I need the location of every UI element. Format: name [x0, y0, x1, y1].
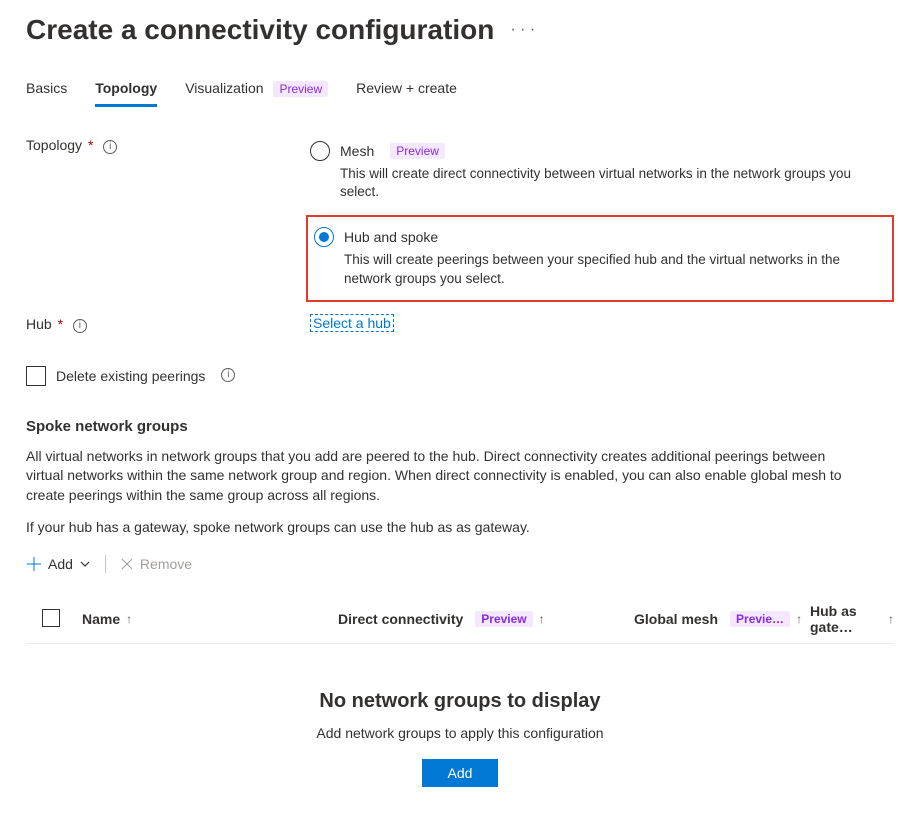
- required-star: *: [58, 316, 63, 332]
- column-header-hub-as-gateway[interactable]: Hub as gate… ↑: [810, 603, 894, 635]
- chevron-down-icon: [79, 558, 91, 570]
- remove-button-label: Remove: [140, 556, 192, 572]
- column-hubgw-label: Hub as gate…: [810, 603, 882, 635]
- sort-arrow-icon: ↑: [888, 612, 894, 626]
- hubspoke-option-title: Hub and spoke: [344, 229, 438, 245]
- required-star: *: [88, 137, 93, 153]
- column-direct-label: Direct connectivity: [338, 611, 463, 627]
- empty-state-subtitle: Add network groups to apply this configu…: [26, 725, 894, 741]
- hub-field-label: Hub * i: [26, 314, 306, 334]
- topology-option-mesh[interactable]: Mesh Preview This will create direct con…: [306, 135, 894, 209]
- preview-badge: Preview: [475, 611, 532, 627]
- select-all-checkbox[interactable]: [42, 609, 60, 627]
- column-header-direct-connectivity[interactable]: Direct connectivity Preview ↑: [338, 611, 628, 627]
- page-title: Create a connectivity configuration: [26, 14, 494, 46]
- spoke-description-2: If your hub has a gateway, spoke network…: [26, 518, 846, 538]
- tab-topology[interactable]: Topology: [95, 80, 157, 107]
- mesh-option-desc: This will create direct connectivity bet…: [340, 165, 880, 201]
- mesh-option-title: Mesh: [340, 143, 374, 159]
- topology-field-label: Topology * i: [26, 135, 306, 155]
- add-button-label: Add: [48, 556, 73, 572]
- sort-arrow-icon: ↑: [126, 612, 132, 626]
- topology-option-hub-and-spoke[interactable]: Hub and spoke This will create peerings …: [306, 215, 894, 301]
- info-icon[interactable]: i: [221, 368, 235, 382]
- info-icon[interactable]: i: [73, 319, 87, 333]
- preview-badge: Preview: [273, 81, 328, 97]
- delete-peerings-checkbox[interactable]: [26, 366, 46, 386]
- sort-arrow-icon: ↑: [796, 612, 802, 626]
- tab-visualization-label: Visualization: [185, 80, 263, 96]
- remove-button: Remove: [120, 556, 192, 572]
- column-header-global-mesh[interactable]: Global mesh Previe… ↑: [634, 611, 804, 627]
- preview-badge: Previe…: [730, 611, 790, 627]
- column-header-name[interactable]: Name ↑: [82, 611, 332, 627]
- sort-arrow-icon: ↑: [539, 612, 545, 626]
- delete-peerings-label: Delete existing peerings: [56, 368, 205, 384]
- plus-icon: [26, 556, 42, 572]
- table-header-row: Name ↑ Direct connectivity Preview ↑ Glo…: [26, 603, 894, 644]
- more-icon[interactable]: · · ·: [510, 22, 535, 38]
- preview-badge: Preview: [390, 143, 445, 159]
- topology-label-text: Topology: [26, 137, 82, 153]
- info-icon[interactable]: i: [103, 140, 117, 154]
- radio-hub-and-spoke[interactable]: [314, 227, 334, 247]
- radio-mesh[interactable]: [310, 141, 330, 161]
- empty-state-add-button[interactable]: Add: [422, 759, 499, 787]
- spoke-description-1: All virtual networks in network groups t…: [26, 447, 846, 506]
- tab-bar: Basics Topology Visualization Preview Re…: [26, 80, 894, 107]
- select-a-hub-link[interactable]: Select a hub: [310, 314, 394, 332]
- hubspoke-option-desc: This will create peerings between your s…: [344, 251, 878, 287]
- close-icon: [120, 557, 134, 571]
- hub-label-text: Hub: [26, 316, 52, 332]
- tab-visualization[interactable]: Visualization Preview: [185, 80, 328, 107]
- toolbar-divider: [105, 555, 106, 573]
- column-global-label: Global mesh: [634, 611, 718, 627]
- tab-basics[interactable]: Basics: [26, 80, 67, 107]
- column-name-label: Name: [82, 611, 120, 627]
- spoke-section-heading: Spoke network groups: [26, 418, 894, 435]
- add-button[interactable]: Add: [26, 556, 91, 572]
- empty-state-title: No network groups to display: [26, 690, 894, 713]
- tab-review-create[interactable]: Review + create: [356, 80, 457, 107]
